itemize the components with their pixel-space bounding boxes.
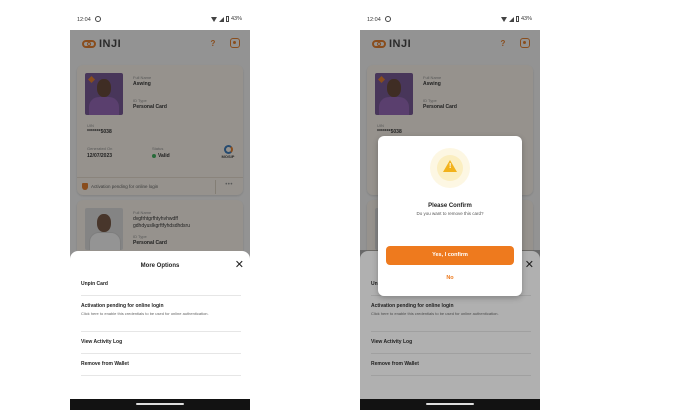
wifi-icon [210, 16, 217, 22]
confirm-button[interactable]: Yes, I confirm [386, 246, 514, 265]
sheet-title: More Options [140, 263, 180, 269]
confirm-dialog: ! Please Confirm Do you want to remove t… [378, 136, 522, 296]
more-options-sheet: More Options ✕ Unpin Card Activation pen… [70, 251, 250, 410]
gesture-nav-bar [70, 399, 250, 410]
phone-screen-confirm-dialog: 12:04 43% INJI ? Full Name Aswing ID Typ… [360, 10, 540, 410]
system-icons: 43% [500, 16, 532, 22]
battery-icon [225, 16, 229, 22]
option-unpin-card[interactable]: Unpin Card [81, 281, 241, 296]
option-activation-pending[interactable]: Activation pending for online login Clic… [81, 303, 241, 332]
signal-icon [508, 16, 514, 22]
phone-screen-more-options: 12:04 43% INJI ? Full Name Aswing ID Typ… [70, 10, 250, 410]
battery-percent: 43% [230, 16, 242, 22]
warning-icon-badge: ! [430, 148, 470, 188]
cancel-button[interactable]: No [386, 272, 514, 284]
dialog-message: Do you want to remove this card? [416, 211, 484, 216]
option-view-activity-log[interactable]: View Activity Log [81, 339, 241, 354]
whatsapp-icon [385, 16, 391, 22]
gesture-nav-bar [360, 399, 540, 410]
status-bar: 12:04 43% [70, 10, 250, 30]
whatsapp-icon [95, 16, 101, 22]
option-remove-from-wallet[interactable]: Remove from Wallet [81, 361, 241, 376]
system-icons: 43% [210, 16, 242, 22]
battery-icon [515, 16, 519, 22]
signal-icon [218, 16, 224, 22]
status-time: 12:04 [367, 17, 381, 23]
status-time: 12:04 [77, 17, 91, 23]
dialog-title: Please Confirm [428, 203, 472, 209]
battery-percent: 43% [520, 16, 532, 22]
wifi-icon [500, 16, 507, 22]
status-bar: 12:04 43% [360, 10, 540, 30]
close-icon[interactable]: ✕ [235, 260, 244, 271]
